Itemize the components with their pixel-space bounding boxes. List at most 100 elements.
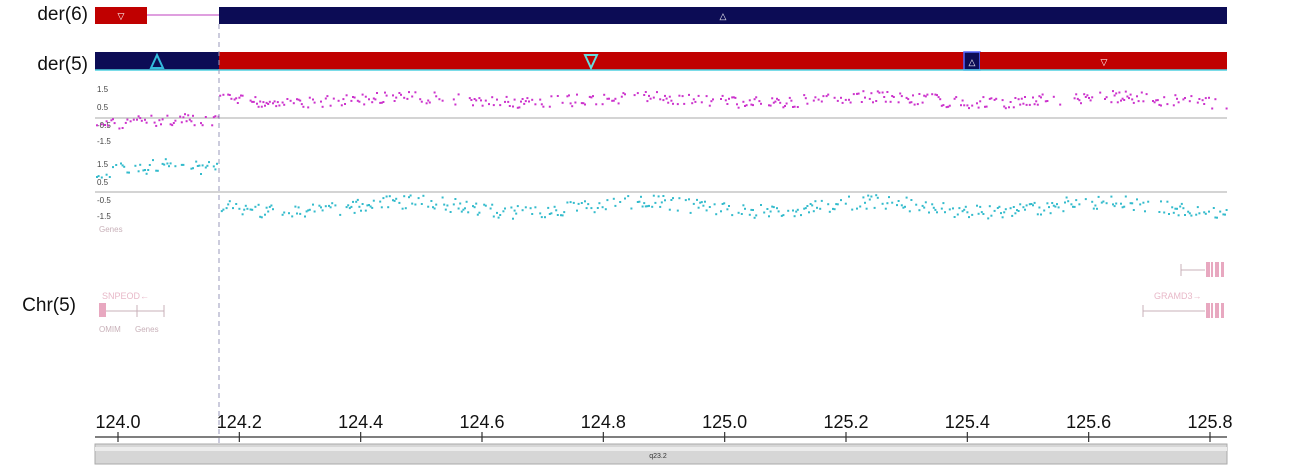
scatter-point [364,95,367,98]
scatter-point [408,91,410,94]
scatter-point [758,100,761,103]
scatter-point [145,172,148,175]
scatter-point [569,201,572,204]
scatter-point [726,208,729,211]
scatter-point [708,104,711,107]
scatter-point [934,208,937,211]
scatter-point [264,213,266,216]
scatter-point [467,211,470,214]
scatter-point [403,195,406,198]
scatter-point [654,201,657,204]
scatter-point [1113,205,1116,208]
scatter-point [1064,201,1066,204]
axis-tick-label: 125.6 [1066,412,1111,432]
scatter-point [971,213,974,216]
scatter-point [668,95,671,98]
scatter-point [953,216,956,218]
scatter-point [760,204,762,206]
scatter-point [1046,202,1049,205]
scatter-point [1113,94,1116,97]
scatter-point [228,94,231,96]
scatter-point [524,206,527,209]
scatter-point [387,206,390,209]
scatter-point [976,102,978,105]
scatter-point [265,206,268,209]
scatter-point [1089,99,1092,102]
scatter-point [884,100,887,103]
genes-label-small: Genes [135,325,159,334]
scatter-point [419,98,422,101]
scatter-point [332,97,335,100]
scatter-point [772,206,775,209]
scatter-point [182,163,185,166]
scatter-point [235,203,238,205]
scatter-point [777,99,780,101]
scatter-point [515,212,518,215]
scatter-point [454,198,457,200]
scatter-point [496,98,498,101]
scatter-point [796,208,799,211]
scatter-point [921,204,924,207]
scatter-point [400,93,402,96]
scatter-point [132,118,135,121]
axis-tick-label: 125.0 [702,412,747,432]
scatter-point [273,100,276,103]
lower-scale-label: 1.5 [97,160,109,169]
scatter-point [435,203,438,206]
scatter-point [372,199,375,202]
scatter-point [1211,107,1214,110]
scatter-point [828,210,831,213]
scatter-point [577,202,580,205]
scatter-point [753,98,756,101]
scatter-point [521,209,524,212]
scatter-point [1177,101,1180,104]
scatter-point [358,100,361,103]
scatter-point [561,101,564,104]
scatter-point [320,100,322,103]
scatter-point [321,209,324,212]
scatter-point [777,210,780,213]
scatter-point [334,204,337,207]
scatter-point [1120,202,1122,205]
scatter-point [881,202,884,205]
scatter-point [1025,204,1028,207]
scatter-point [1056,203,1058,206]
scatter-point [272,102,274,105]
right-gene-exons-top[interactable] [1206,262,1224,277]
scatter-point [393,100,396,102]
scatter-point [601,103,604,106]
scatter-point [1198,212,1201,215]
scatter-point [427,99,430,102]
snpeod-exon[interactable] [99,303,106,317]
scatter-point [1110,195,1113,198]
scatter-point [897,101,900,104]
scatter-point [988,205,991,208]
scatter-point [392,94,394,97]
scatter-point [358,205,361,208]
scatter-point [499,214,502,216]
scatter-point [1137,100,1140,103]
scatter-point [488,103,490,106]
scatter-point [1188,100,1191,103]
scatter-point [745,104,748,107]
scatter-point [814,200,817,203]
scatter-point [184,113,186,116]
scatter-point [464,207,466,210]
scatter-point [1160,104,1162,107]
scatter-point [507,100,510,103]
scatter-point [438,98,441,101]
scatter-point [782,214,785,217]
scatter-point [329,104,332,107]
scatter-point [360,209,362,212]
scatter-point [329,206,332,209]
scatter-point [660,201,663,204]
scatter-point [931,203,934,206]
scatter-point [144,118,146,121]
scatter-point [1102,200,1105,203]
scatter-point [262,101,265,104]
scatter-point [705,95,708,98]
scatter-point [276,101,279,104]
gramd3-exons[interactable] [1206,303,1224,318]
scatter-point [822,95,825,98]
scatter-point [422,194,425,197]
